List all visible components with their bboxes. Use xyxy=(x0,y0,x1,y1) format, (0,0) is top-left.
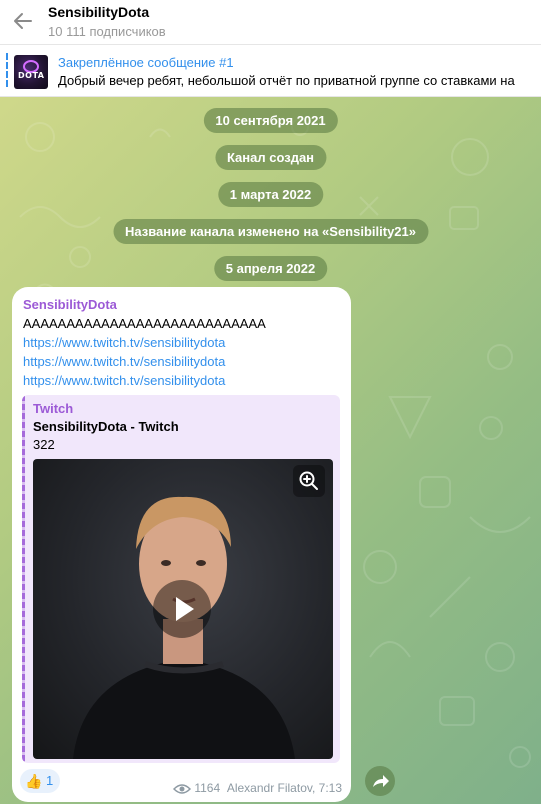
message-link[interactable]: https://www.twitch.tv/sensibilitydota xyxy=(23,335,225,350)
zoom-icon xyxy=(299,471,318,490)
pinned-thumbnail: DOTA xyxy=(14,55,48,89)
preview-title: SensibilityDota - Twitch xyxy=(33,419,179,434)
back-arrow-icon[interactable] xyxy=(12,10,34,32)
eye-icon xyxy=(173,784,191,794)
play-button[interactable] xyxy=(153,580,211,638)
preview-description: 322 xyxy=(33,437,55,452)
message-link[interactable]: https://www.twitch.tv/sensibilitydota xyxy=(23,354,225,369)
message-text: АААААААААААААААААААААААААААА xyxy=(23,316,266,331)
share-icon xyxy=(373,775,389,787)
chat-header: SensibilityDota 10 111 подписчиков xyxy=(0,0,541,45)
message-bubble[interactable]: SensibilityDota АААААААААААААААААААААААА… xyxy=(12,287,351,802)
share-button[interactable] xyxy=(365,766,395,796)
subscriber-count: 10 111 подписчиков xyxy=(48,24,166,39)
message-sender[interactable]: SensibilityDota xyxy=(23,297,117,312)
message-link[interactable]: https://www.twitch.tv/sensibilitydota xyxy=(23,373,225,388)
preview-accent-bar xyxy=(22,395,25,763)
play-icon xyxy=(176,597,194,621)
preview-image[interactable] xyxy=(33,459,333,759)
pinned-thumbnail-text: DOTA xyxy=(18,71,45,80)
service-message-created: Канал создан xyxy=(214,145,327,170)
date-divider: 10 сентября 2021 xyxy=(203,108,338,133)
service-message-renamed: Название канала изменено на «Sensibility… xyxy=(113,219,428,244)
pinned-message-bar[interactable]: DOTA Закреплённое сообщение #1 Добрый ве… xyxy=(0,45,541,97)
date-divider: 5 апреля 2022 xyxy=(213,256,328,281)
zoom-button[interactable] xyxy=(293,465,325,497)
thumbs-up-icon: 👍 xyxy=(25,773,43,789)
date-divider: 1 марта 2022 xyxy=(217,182,324,207)
preview-site-name: Twitch xyxy=(33,401,74,416)
reaction-chip[interactable]: 👍 1 xyxy=(20,769,60,793)
link-preview[interactable]: Twitch SensibilityDota - Twitch 322 xyxy=(22,395,340,763)
pinned-indicator xyxy=(6,53,8,89)
view-count: 1164 xyxy=(194,781,221,795)
message-author-time: Alexandr Filatov, 7:13 xyxy=(226,781,342,795)
chat-area[interactable]: 10 сентября 2021 Канал создан 1 марта 20… xyxy=(0,97,541,804)
message-meta: 1164 Alexandr Filatov, 7:13 xyxy=(173,781,342,795)
channel-title[interactable]: SensibilityDota xyxy=(48,4,149,20)
pinned-text: Добрый вечер ребят, небольшой отчёт по п… xyxy=(58,73,515,88)
reaction-count: 1 xyxy=(46,773,54,788)
pinned-title: Закреплённое сообщение #1 xyxy=(58,55,234,70)
